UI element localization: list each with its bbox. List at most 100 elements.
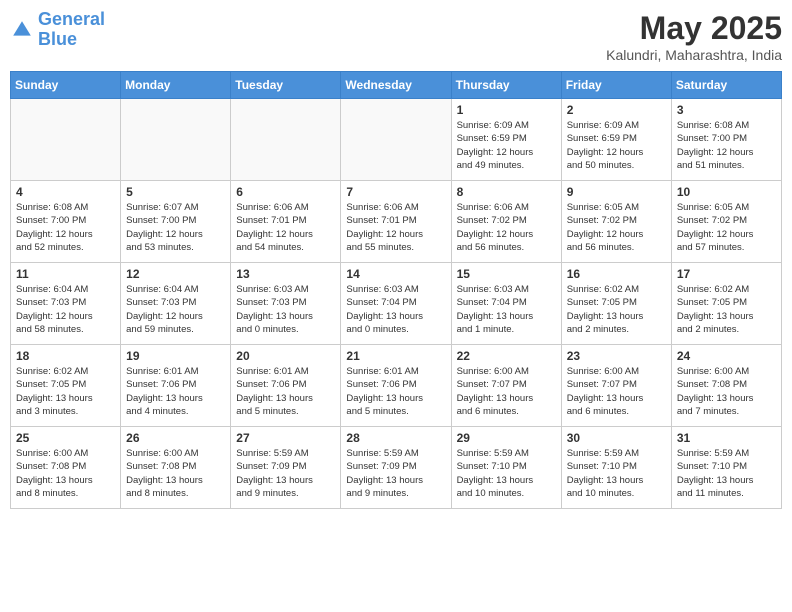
- calendar-cell: 19 Sunrise: 6:01 AM Sunset: 7:06 PM Dayli…: [121, 345, 231, 427]
- calendar-cell: 27 Sunrise: 5:59 AM Sunset: 7:09 PM Dayli…: [231, 427, 341, 509]
- calendar-cell: 2 Sunrise: 6:09 AM Sunset: 6:59 PM Daylig…: [561, 99, 671, 181]
- day-info: Sunrise: 5:59 AM Sunset: 7:09 PM Dayligh…: [236, 447, 335, 500]
- calendar-cell: 3Sunrise: 6:08 AM Sunset: 7:00 PM Daylig…: [671, 99, 781, 181]
- weekday-header: Sunday: [11, 72, 121, 99]
- location: Kalundri, Maharashtra, India: [606, 47, 782, 63]
- day-info: Sunrise: 6:00 AM Sunset: 7:07 PM Dayligh…: [567, 365, 666, 418]
- calendar-cell: 25Sunrise: 6:00 AM Sunset: 7:08 PM Dayli…: [11, 427, 121, 509]
- day-number: 2: [567, 103, 666, 117]
- calendar-table: SundayMondayTuesdayWednesdayThursdayFrid…: [10, 71, 782, 509]
- day-info: Sunrise: 5:59 AM Sunset: 7:10 PM Dayligh…: [457, 447, 556, 500]
- day-number: 17: [677, 267, 776, 281]
- day-number: 1: [457, 103, 556, 117]
- weekday-header: Friday: [561, 72, 671, 99]
- calendar-cell: 20 Sunrise: 6:01 AM Sunset: 7:06 PM Dayli…: [231, 345, 341, 427]
- day-number: 26: [126, 431, 225, 445]
- calendar-week-row: 18Sunrise: 6:02 AM Sunset: 7:05 PM Dayli…: [11, 345, 782, 427]
- calendar-cell: 22 Sunrise: 6:00 AM Sunset: 7:07 PM Dayli…: [451, 345, 561, 427]
- day-info: Sunrise: 6:08 AM Sunset: 7:00 PM Dayligh…: [16, 201, 115, 254]
- calendar-cell: 14 Sunrise: 6:03 AM Sunset: 7:04 PM Dayli…: [341, 263, 451, 345]
- calendar-cell: 9Sunrise: 6:05 AM Sunset: 7:02 PM Daylig…: [561, 181, 671, 263]
- day-info: Sunrise: 5:59 AM Sunset: 7:10 PM Dayligh…: [677, 447, 776, 500]
- weekday-header: Thursday: [451, 72, 561, 99]
- calendar-week-row: 4 Sunrise: 6:08 AM Sunset: 7:00 PM Daylig…: [11, 181, 782, 263]
- calendar-cell: 4 Sunrise: 6:08 AM Sunset: 7:00 PM Daylig…: [11, 181, 121, 263]
- day-info: Sunrise: 6:05 AM Sunset: 7:02 PM Dayligh…: [677, 201, 776, 254]
- day-info: Sunrise: 6:03 AM Sunset: 7:04 PM Dayligh…: [346, 283, 445, 336]
- calendar-cell: 12 Sunrise: 6:04 AM Sunset: 7:03 PM Dayli…: [121, 263, 231, 345]
- calendar-cell: [341, 99, 451, 181]
- day-number: 25: [16, 431, 115, 445]
- day-number: 27: [236, 431, 335, 445]
- day-number: 4: [16, 185, 115, 199]
- day-info: Sunrise: 5:59 AM Sunset: 7:10 PM Dayligh…: [567, 447, 666, 500]
- day-number: 21: [346, 349, 445, 363]
- calendar-cell: [11, 99, 121, 181]
- day-info: Sunrise: 6:00 AM Sunset: 7:08 PM Dayligh…: [677, 365, 776, 418]
- day-info: Sunrise: 6:02 AM Sunset: 7:05 PM Dayligh…: [567, 283, 666, 336]
- day-number: 18: [16, 349, 115, 363]
- calendar-week-row: 25 Sunrise: 6:00 AM Sunset: 7:08 PM Dayli…: [11, 427, 782, 509]
- calendar-week-row: 1 Sunrise: 6:09 AM Sunset: 6:59 PM Daylig…: [11, 99, 782, 181]
- calendar-cell: 5 Sunrise: 6:07 AM Sunset: 7:00 PM Daylig…: [121, 181, 231, 263]
- day-info: Sunrise: 5:59 AM Sunset: 7:09 PM Dayligh…: [346, 447, 445, 500]
- day-number: 31: [677, 431, 776, 445]
- calendar-cell: 29 Sunrise: 5:59 AM Sunset: 7:10 PM Dayli…: [451, 427, 561, 509]
- day-info: Sunrise: 6:01 AM Sunset: 7:06 PM Dayligh…: [346, 365, 445, 418]
- calendar-cell: 23 Sunrise: 6:00 AM Sunset: 7:07 PM Dayli…: [561, 345, 671, 427]
- calendar-cell: 28 Sunrise: 5:59 AM Sunset: 7:09 PM Dayli…: [341, 427, 451, 509]
- calendar-cell: 7Sunrise: 6:06 AM Sunset: 7:01 PM Daylig…: [341, 181, 451, 263]
- weekday-header: Monday: [121, 72, 231, 99]
- weekday-header-row: SundayMondayTuesdayWednesdayThursdayFrid…: [11, 72, 782, 99]
- day-number: 15: [457, 267, 556, 281]
- day-info: Sunrise: 6:04 AM Sunset: 7:03 PM Dayligh…: [126, 283, 225, 336]
- day-info: Sunrise: 6:08 AM Sunset: 7:00 PM Dayligh…: [677, 119, 776, 172]
- day-info: Sunrise: 6:03 AM Sunset: 7:03 PM Dayligh…: [236, 283, 335, 336]
- day-number: 19: [126, 349, 225, 363]
- day-number: 20: [236, 349, 335, 363]
- logo-line2: Blue: [38, 30, 105, 50]
- calendar-cell: [121, 99, 231, 181]
- day-number: 16: [567, 267, 666, 281]
- day-number: 29: [457, 431, 556, 445]
- day-number: 11: [16, 267, 115, 281]
- weekday-header: Saturday: [671, 72, 781, 99]
- day-number: 30: [567, 431, 666, 445]
- day-number: 5: [126, 185, 225, 199]
- title-block: May 2025 Kalundri, Maharashtra, India: [606, 10, 782, 63]
- page-header: General Blue May 2025 Kalundri, Maharash…: [10, 10, 782, 63]
- day-number: 14: [346, 267, 445, 281]
- calendar-cell: 31 Sunrise: 5:59 AM Sunset: 7:10 PM Dayli…: [671, 427, 781, 509]
- day-number: 7: [346, 185, 445, 199]
- calendar-cell: 8 Sunrise: 6:06 AM Sunset: 7:02 PM Daylig…: [451, 181, 561, 263]
- calendar-cell: 6Sunrise: 6:06 AM Sunset: 7:01 PM Daylig…: [231, 181, 341, 263]
- day-info: Sunrise: 6:09 AM Sunset: 6:59 PM Dayligh…: [457, 119, 556, 172]
- day-number: 10: [677, 185, 776, 199]
- day-number: 23: [567, 349, 666, 363]
- day-info: Sunrise: 6:06 AM Sunset: 7:02 PM Dayligh…: [457, 201, 556, 254]
- day-number: 13: [236, 267, 335, 281]
- day-info: Sunrise: 6:09 AM Sunset: 6:59 PM Dayligh…: [567, 119, 666, 172]
- calendar-cell: 13 Sunrise: 6:03 AM Sunset: 7:03 PM Dayli…: [231, 263, 341, 345]
- day-number: 6: [236, 185, 335, 199]
- day-number: 22: [457, 349, 556, 363]
- day-info: Sunrise: 6:01 AM Sunset: 7:06 PM Dayligh…: [126, 365, 225, 418]
- calendar-cell: 17 Sunrise: 6:02 AM Sunset: 7:05 PM Dayli…: [671, 263, 781, 345]
- day-info: Sunrise: 6:04 AM Sunset: 7:03 PM Dayligh…: [16, 283, 115, 336]
- calendar-cell: 24 Sunrise: 6:00 AM Sunset: 7:08 PM Dayli…: [671, 345, 781, 427]
- day-info: Sunrise: 6:05 AM Sunset: 7:02 PM Dayligh…: [567, 201, 666, 254]
- calendar-week-row: 11 Sunrise: 6:04 AM Sunset: 7:03 PM Dayli…: [11, 263, 782, 345]
- calendar-cell: 21 Sunrise: 6:01 AM Sunset: 7:06 PM Dayli…: [341, 345, 451, 427]
- day-number: 24: [677, 349, 776, 363]
- calendar-cell: 15Sunrise: 6:03 AM Sunset: 7:04 PM Dayli…: [451, 263, 561, 345]
- day-number: 28: [346, 431, 445, 445]
- day-number: 8: [457, 185, 556, 199]
- day-info: Sunrise: 6:01 AM Sunset: 7:06 PM Dayligh…: [236, 365, 335, 418]
- day-info: Sunrise: 6:00 AM Sunset: 7:07 PM Dayligh…: [457, 365, 556, 418]
- day-number: 12: [126, 267, 225, 281]
- day-info: Sunrise: 6:07 AM Sunset: 7:00 PM Dayligh…: [126, 201, 225, 254]
- day-info: Sunrise: 6:00 AM Sunset: 7:08 PM Dayligh…: [126, 447, 225, 500]
- calendar-cell: 16 Sunrise: 6:02 AM Sunset: 7:05 PM Dayli…: [561, 263, 671, 345]
- calendar-cell: [231, 99, 341, 181]
- day-info: Sunrise: 6:02 AM Sunset: 7:05 PM Dayligh…: [677, 283, 776, 336]
